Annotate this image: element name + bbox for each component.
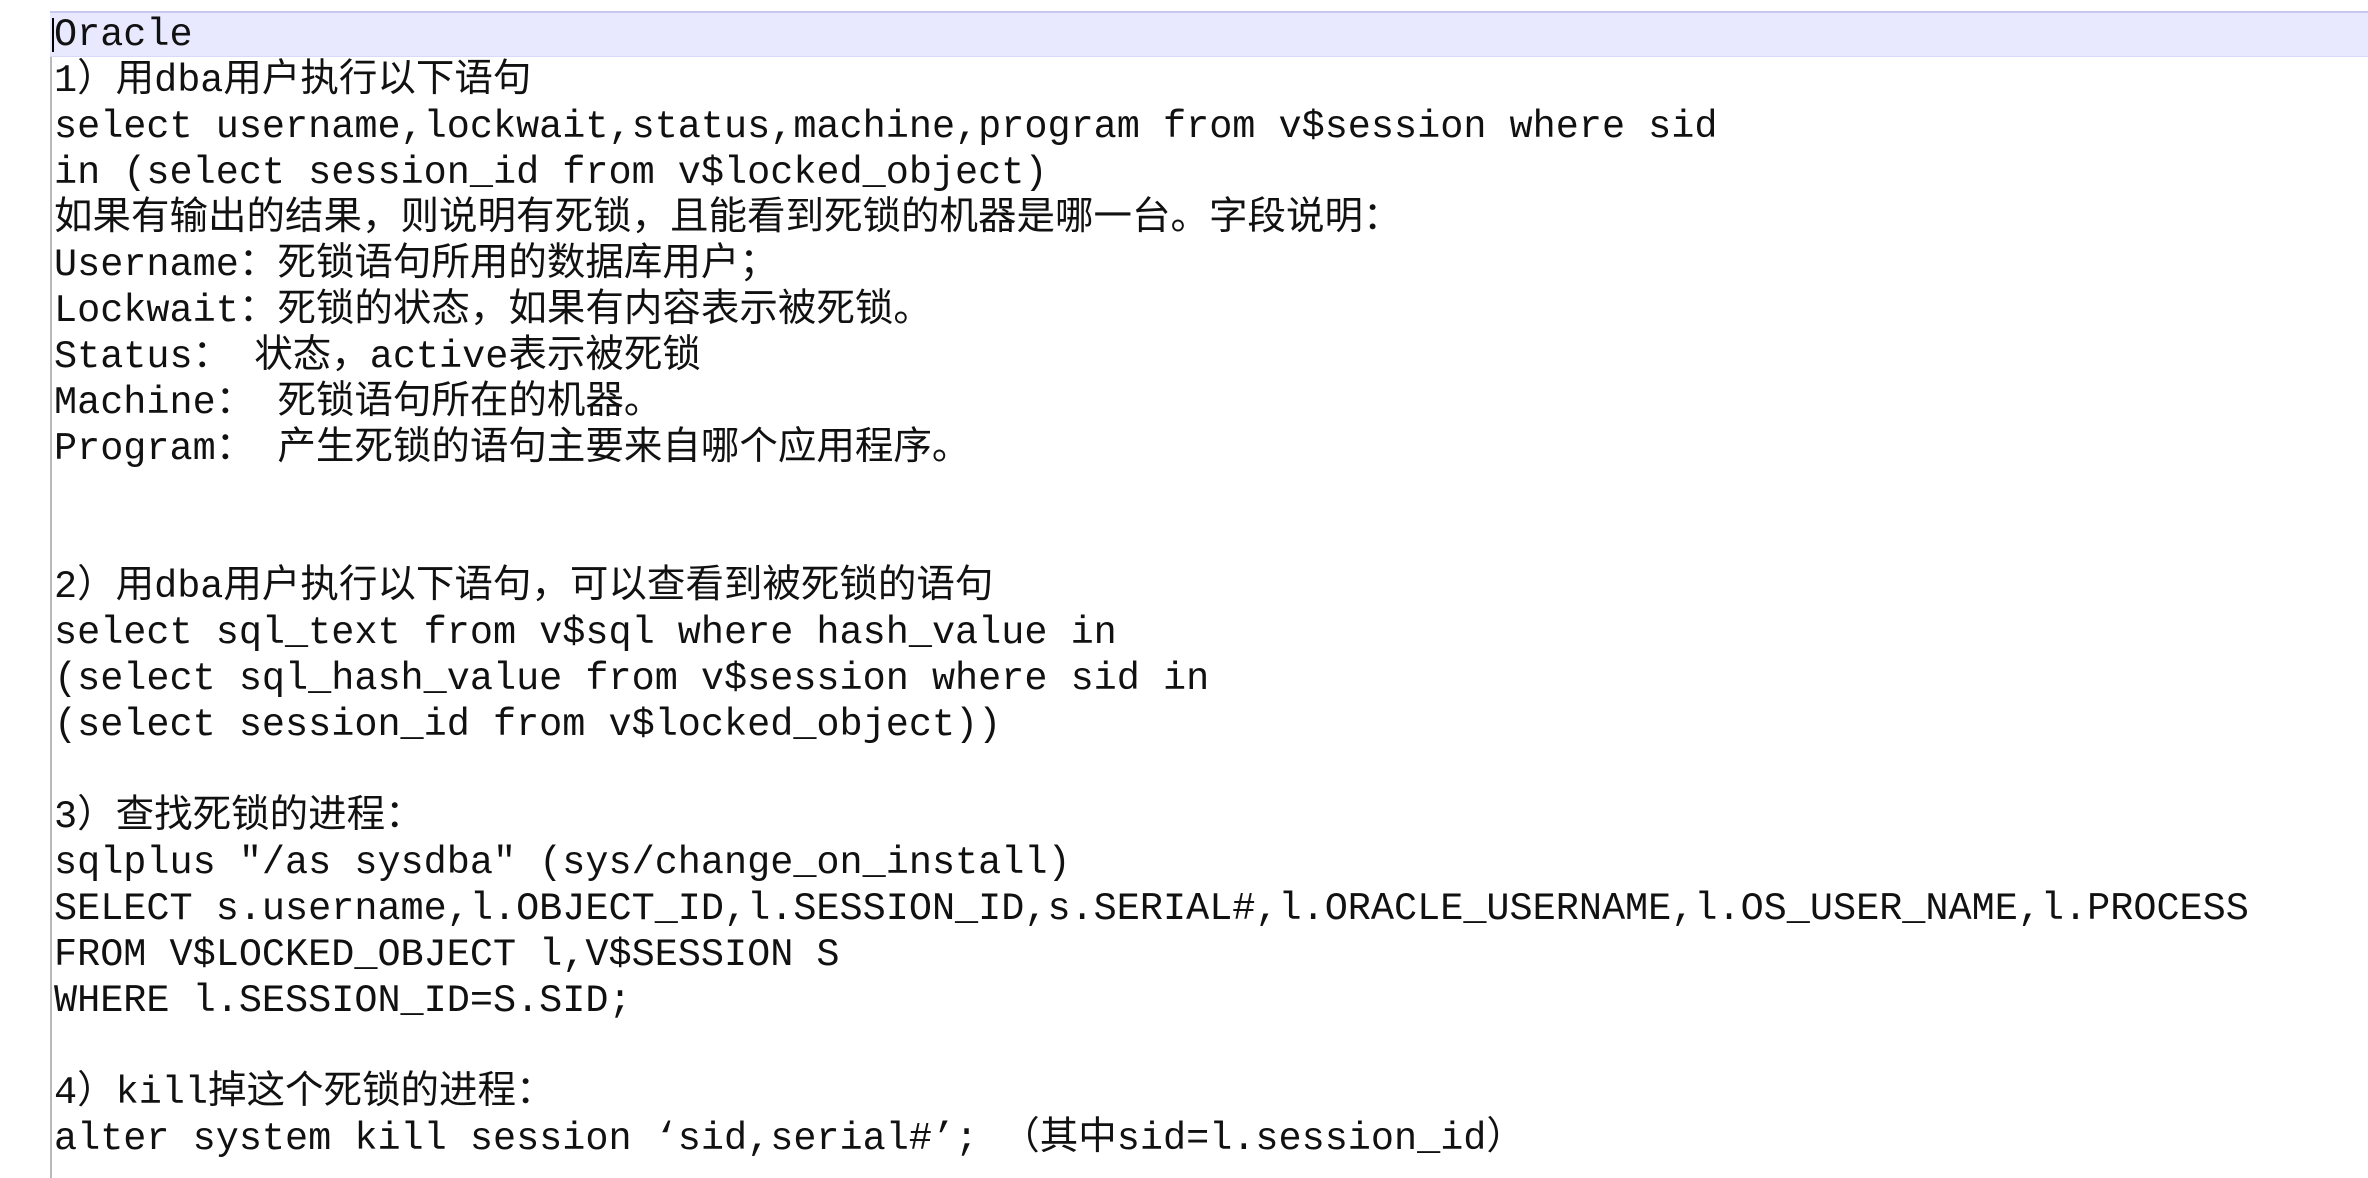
text-line[interactable]: Username：死锁语句所用的数据库用户； [54, 242, 2249, 288]
text-line[interactable] [54, 518, 2249, 564]
text-line[interactable]: FROM V$LOCKED_OBJECT l,V$SESSION S [54, 932, 2249, 978]
text-line[interactable]: SELECT s.username,l.OBJECT_ID,l.SESSION_… [54, 886, 2249, 932]
text-line[interactable]: Machine： 死锁语句所在的机器。 [54, 380, 2249, 426]
text-line[interactable]: 2）用dba用户执行以下语句，可以查看到被死锁的语句 [54, 564, 2249, 610]
text-line[interactable]: 1）用dba用户执行以下语句 [54, 58, 2249, 104]
text-line[interactable]: 4）kill掉这个死锁的进程： [54, 1070, 2249, 1116]
text-editor[interactable]: Oracle 1）用dba用户执行以下语句 select username,lo… [0, 0, 2368, 1178]
text-line[interactable]: Lockwait：死锁的状态，如果有内容表示被死锁。 [54, 288, 2249, 334]
document-lines[interactable]: Oracle 1）用dba用户执行以下语句 select username,lo… [54, 12, 2249, 1162]
text-line[interactable]: Program： 产生死锁的语句主要来自哪个应用程序。 [54, 426, 2249, 472]
text-line[interactable]: in (select session_id from v$locked_obje… [54, 150, 2249, 196]
text-line[interactable]: 如果有输出的结果，则说明有死锁，且能看到死锁的机器是哪一台。字段说明： [54, 196, 2249, 242]
text-line[interactable]: alter system kill session ‘sid,serial#’;… [54, 1116, 2249, 1162]
text-line[interactable]: (select session_id from v$locked_object)… [54, 702, 2249, 748]
text-line[interactable]: select username,lockwait,status,machine,… [54, 104, 2249, 150]
text-line[interactable]: (select sql_hash_value from v$session wh… [54, 656, 2249, 702]
text-line[interactable] [54, 1024, 2249, 1070]
text-line[interactable]: Oracle [54, 12, 2249, 58]
text-line[interactable]: Status： 状态，active表示被死锁 [54, 334, 2249, 380]
text-line[interactable]: sqlplus "/as sysdba" (sys/change_on_inst… [54, 840, 2249, 886]
text-line[interactable]: WHERE l.SESSION_ID=S.SID; [54, 978, 2249, 1024]
text-line[interactable] [54, 748, 2249, 794]
text-line[interactable] [54, 472, 2249, 518]
text-line[interactable]: 3）查找死锁的进程： [54, 794, 2249, 840]
text-line[interactable]: select sql_text from v$sql where hash_va… [54, 610, 2249, 656]
left-margin-line [50, 12, 52, 1178]
